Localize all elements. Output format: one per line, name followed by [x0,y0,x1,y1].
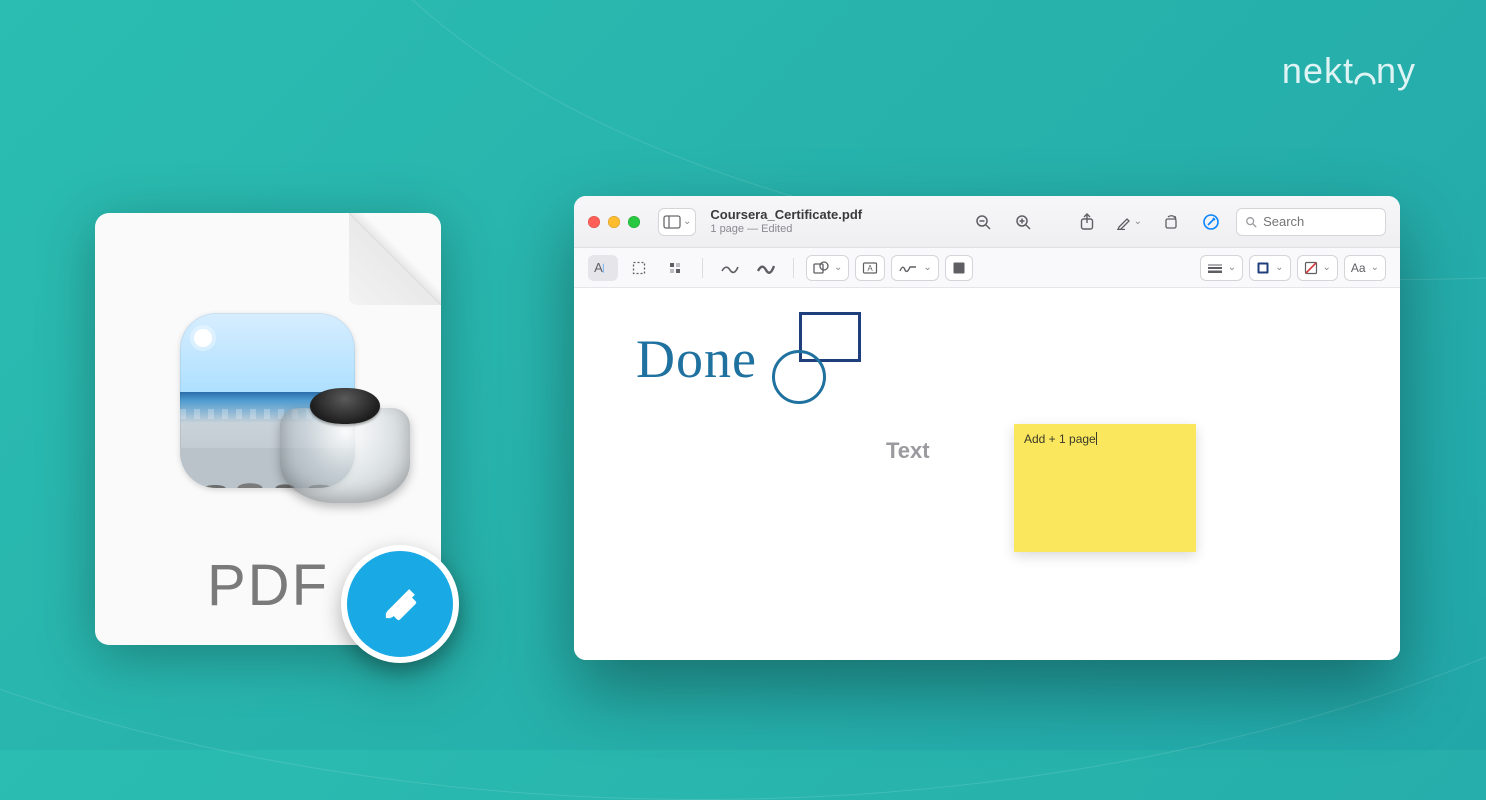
document-canvas[interactable]: Done Text Add + 1 page [574,288,1400,660]
markup-toolbar: A⎸ ⌄ A [574,248,1400,288]
preview-window: ⌄ Coursera_Certificate.pdf 1 page — Edit… [574,196,1400,660]
window-traffic-lights [588,216,640,228]
draw-tool-button[interactable] [751,255,781,281]
sketch-tool-button[interactable] [715,255,745,281]
instant-alpha-button[interactable] [660,255,690,281]
highlight-button[interactable]: ⌄ [1112,208,1146,236]
handwritten-annotation[interactable]: Done [636,328,757,390]
text-style-button[interactable]: A⎸ [588,255,618,281]
minimize-window-button[interactable] [608,216,620,228]
inkwell-icon [280,388,410,503]
chevron-down-icon: ⌄ [1228,262,1236,273]
svg-text:A: A [868,264,874,273]
fill-color-button[interactable]: ⌄ [1297,255,1338,281]
document-title-block: Coursera_Certificate.pdf 1 page — Edited [710,208,862,234]
sidebar-toggle-button[interactable]: ⌄ [658,208,696,236]
close-window-button[interactable] [588,216,600,228]
search-field[interactable] [1236,208,1386,236]
pdf-file-icon: PDF [95,213,441,645]
rotate-button[interactable] [1156,208,1186,236]
share-button[interactable] [1072,208,1102,236]
sticky-note[interactable]: Add + 1 page [1014,424,1196,552]
chevron-down-icon: ⌄ [834,262,842,273]
window-titlebar: ⌄ Coursera_Certificate.pdf 1 page — Edit… [574,196,1400,248]
brand-logo: nektny [1282,50,1416,92]
chevron-down-icon: ⌄ [1134,216,1142,227]
chevron-down-icon: ⌄ [683,216,691,227]
markup-toggle-button[interactable] [1196,208,1226,236]
chevron-down-icon: ⌄ [1323,262,1331,273]
selection-tool-button[interactable] [624,255,654,281]
search-input[interactable] [1263,214,1377,229]
font-menu-button[interactable]: Aa ⌄ [1344,255,1386,281]
stroke-menu-button[interactable]: ⌄ [1200,255,1243,281]
text-annotation[interactable]: Text [886,438,930,464]
document-title: Coursera_Certificate.pdf [710,208,862,222]
text-cursor [1096,432,1097,445]
border-color-button[interactable]: ⌄ [1249,255,1290,281]
maximize-window-button[interactable] [628,216,640,228]
zoom-out-button[interactable] [968,208,998,236]
edit-badge-icon [341,545,459,663]
zoom-in-button[interactable] [1008,208,1038,236]
chevron-down-icon: ⌄ [1275,262,1283,273]
shapes-menu-button[interactable]: ⌄ [806,255,849,281]
chevron-down-icon: ⌄ [1371,262,1379,273]
note-button[interactable] [945,255,973,281]
sticky-note-text: Add + 1 page [1024,432,1096,446]
sign-menu-button[interactable]: ⌄ [891,255,938,281]
search-icon [1245,215,1257,229]
circle-shape[interactable] [772,350,826,404]
chevron-down-icon: ⌄ [923,262,931,273]
brand-o-icon [1354,63,1376,85]
text-box-button[interactable]: A [855,255,885,281]
document-subtitle: 1 page — Edited [710,223,862,235]
